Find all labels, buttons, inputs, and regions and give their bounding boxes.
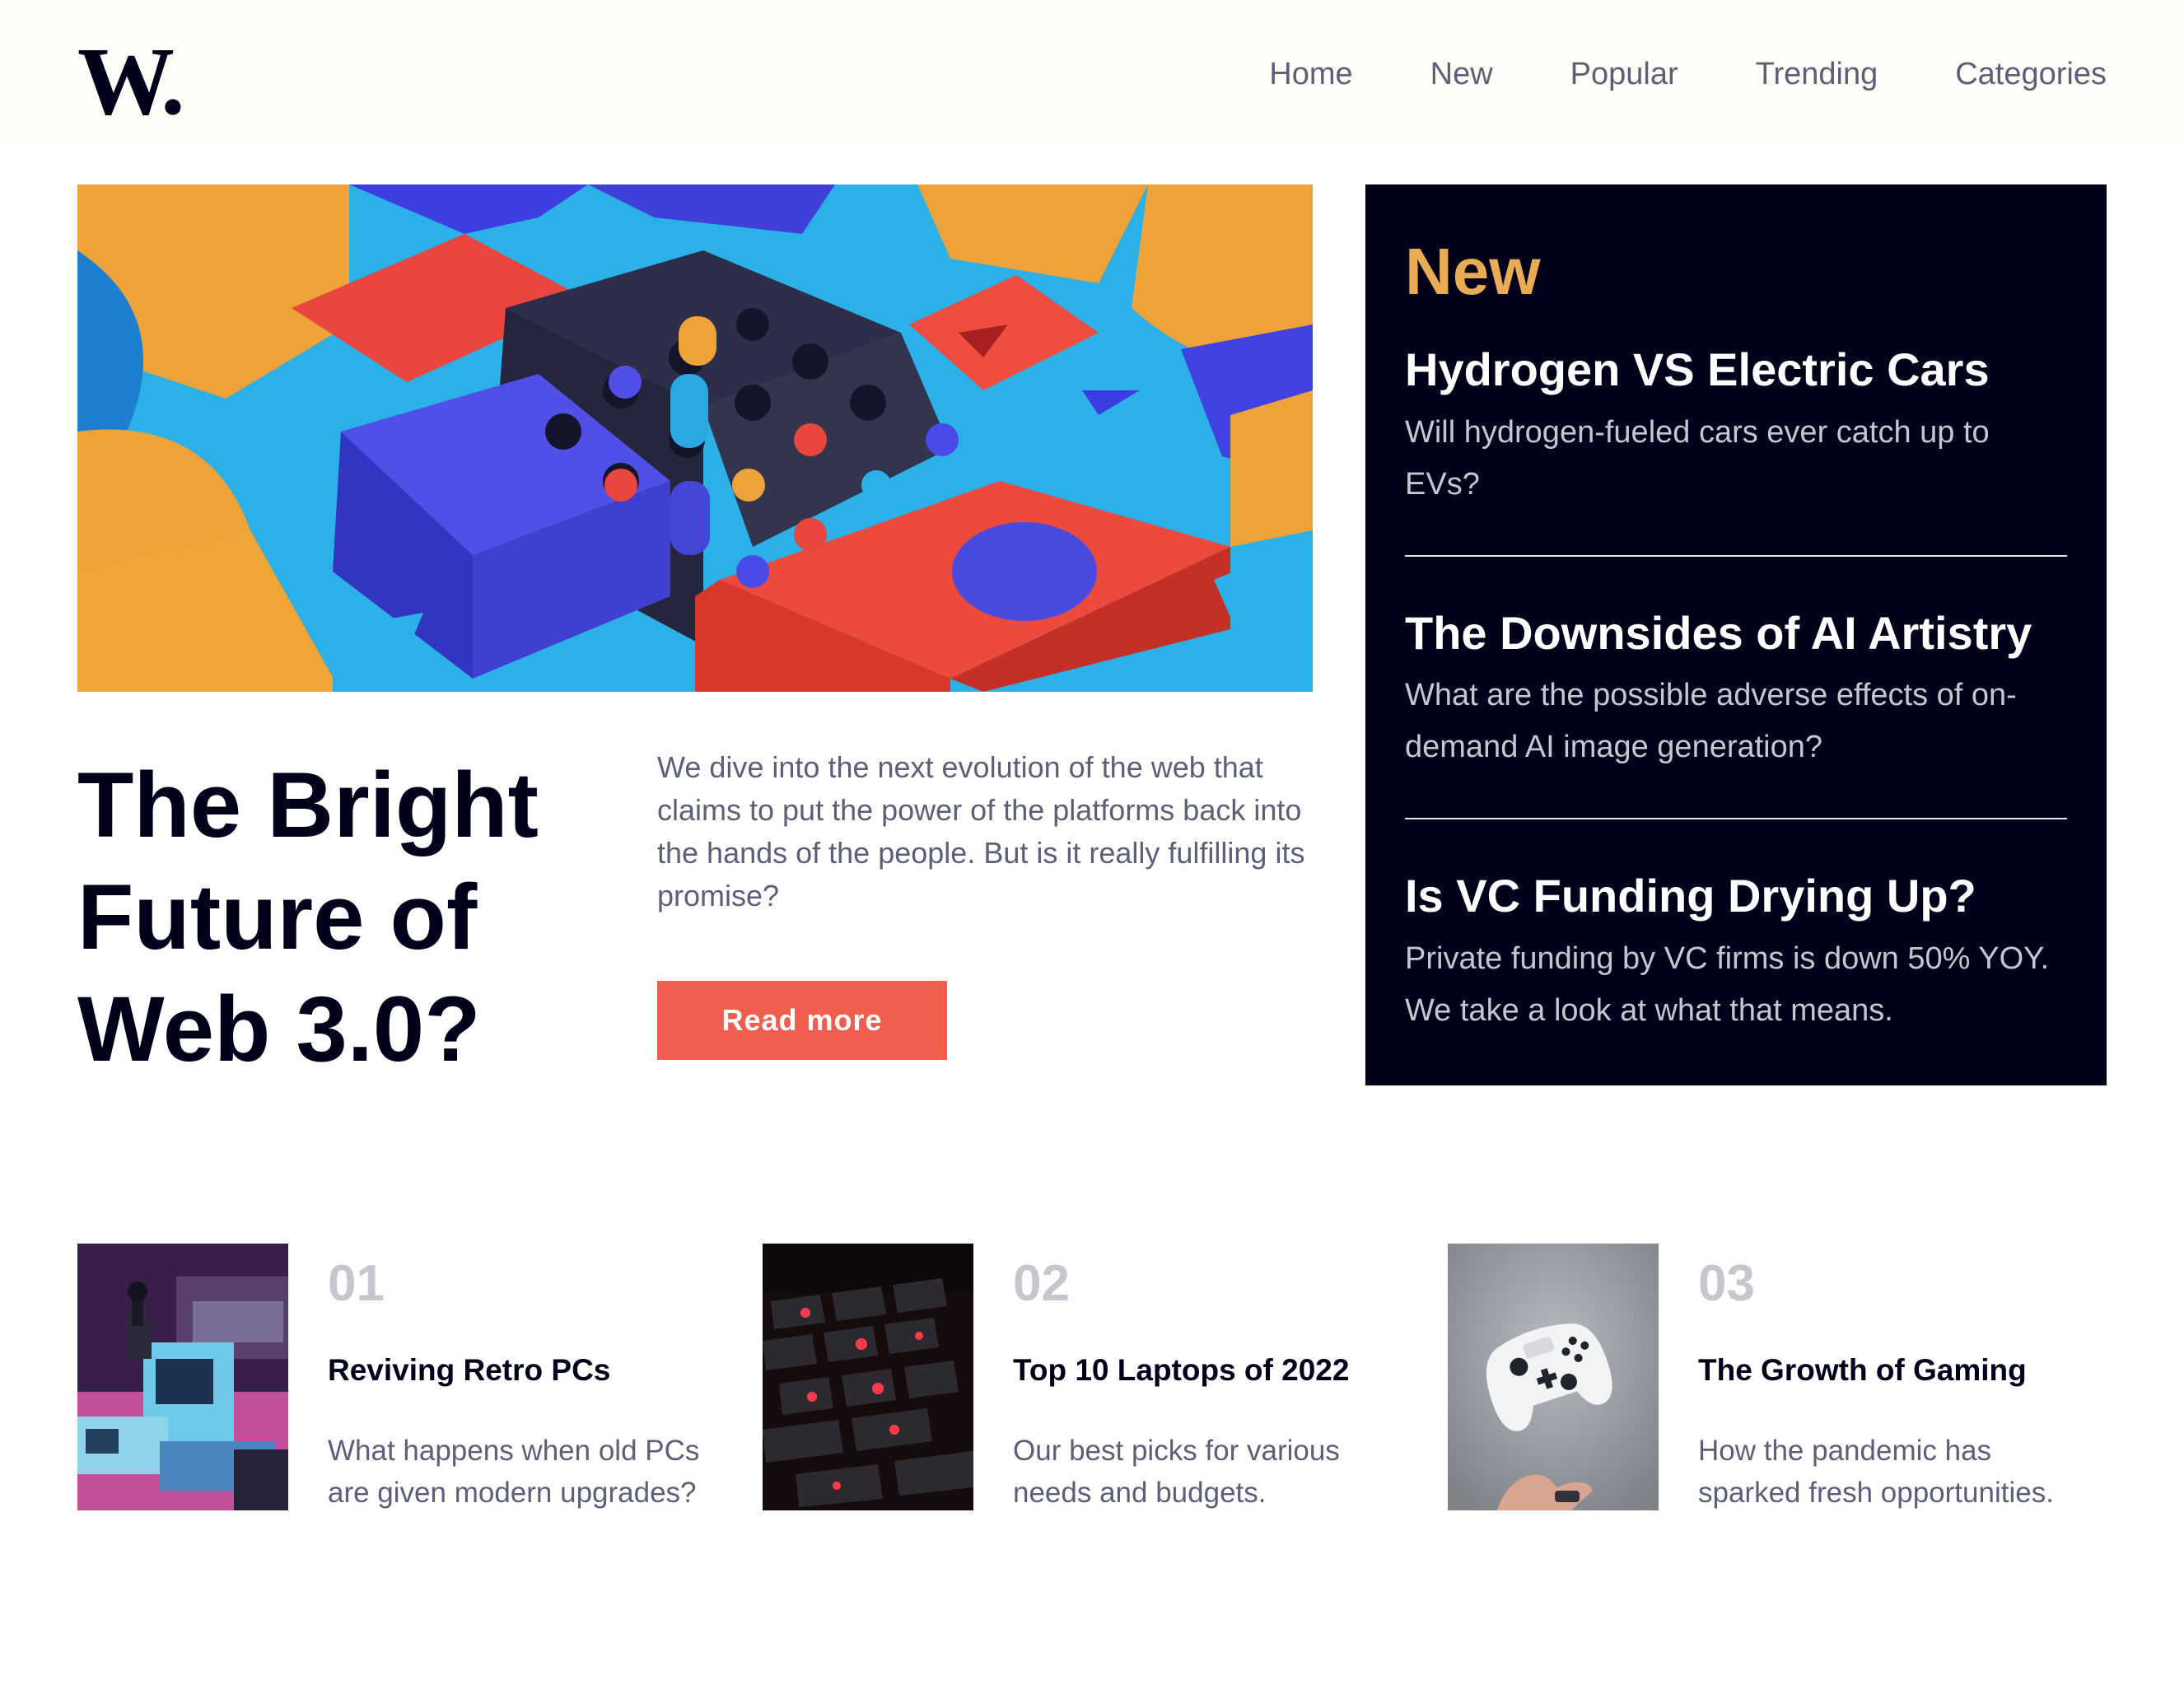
card-thumbnail[interactable] bbox=[1448, 1244, 1659, 1510]
new-articles-panel: New Hydrogen VS Electric Cars Will hydro… bbox=[1365, 184, 2107, 1085]
card-title[interactable]: Reviving Retro PCs bbox=[328, 1353, 723, 1388]
new-article-item[interactable]: Hydrogen VS Electric Cars Will hydrogen-… bbox=[1405, 344, 2067, 555]
nav-home[interactable]: Home bbox=[1269, 49, 1352, 99]
game-controller-image bbox=[1448, 1244, 1659, 1510]
article-card[interactable]: 02 Top 10 Laptops of 2022 Our best picks… bbox=[763, 1244, 1405, 1510]
new-article-title[interactable]: Is VC Funding Drying Up? bbox=[1405, 871, 2067, 922]
card-description: Our best picks for various needs and bud… bbox=[1013, 1435, 1340, 1509]
card-number: 01 bbox=[328, 1255, 385, 1312]
new-article-title[interactable]: Hydrogen VS Electric Cars bbox=[1405, 344, 2067, 395]
new-article-description: Will hydrogen-fueled cars ever catch up … bbox=[1405, 414, 1990, 502]
hero-image bbox=[77, 184, 1313, 692]
new-panel-heading: New bbox=[1405, 235, 1541, 308]
card-description: How the pandemic has sparked fresh oppor… bbox=[1698, 1435, 2054, 1509]
new-article-item[interactable]: The Downsides of AI Artistry What are th… bbox=[1405, 554, 2067, 819]
card-number: 02 bbox=[1013, 1255, 1070, 1312]
laptop-keyboard-image bbox=[763, 1244, 973, 1510]
new-article-item[interactable]: Is VC Funding Drying Up? Private funding… bbox=[1405, 818, 2067, 1081]
retro-pc-image bbox=[77, 1244, 288, 1510]
hero-title: The Bright Future of Web 3.0? bbox=[77, 754, 539, 1081]
site-header: W. Home New Popular Trending Categories bbox=[0, 0, 2184, 145]
card-thumbnail[interactable] bbox=[763, 1244, 973, 1510]
card-title[interactable]: The Growth of Gaming bbox=[1698, 1353, 2093, 1388]
read-more-button[interactable]: Read more bbox=[657, 981, 947, 1060]
new-article-description: Private funding by VC firms is down 50% … bbox=[1405, 941, 2050, 1028]
site-logo[interactable]: W. bbox=[77, 33, 185, 130]
nav-popular[interactable]: Popular bbox=[1570, 49, 1678, 99]
hero-description: We dive into the next evolution of the w… bbox=[657, 750, 1305, 913]
nav-categories[interactable]: Categories bbox=[1955, 49, 2107, 99]
new-article-description: What are the possible adverse effects of… bbox=[1405, 678, 2017, 765]
new-article-title[interactable]: The Downsides of AI Artistry bbox=[1405, 607, 2067, 659]
nav-new[interactable]: New bbox=[1430, 49, 1493, 99]
card-title[interactable]: Top 10 Laptops of 2022 bbox=[1013, 1353, 1408, 1388]
nav-trending[interactable]: Trending bbox=[1756, 49, 1878, 99]
main-nav: Home New Popular Trending Categories bbox=[1269, 49, 2107, 99]
card-thumbnail[interactable] bbox=[77, 1244, 288, 1510]
card-number: 03 bbox=[1698, 1255, 1755, 1312]
article-card[interactable]: 01 Reviving Retro PCs What happens when … bbox=[77, 1244, 720, 1510]
article-card[interactable]: 03 The Growth of Gaming How the pandemic… bbox=[1448, 1244, 2090, 1510]
card-description: What happens when old PCs are given mode… bbox=[328, 1435, 700, 1509]
colorful-3d-blocks-image bbox=[77, 184, 1313, 692]
